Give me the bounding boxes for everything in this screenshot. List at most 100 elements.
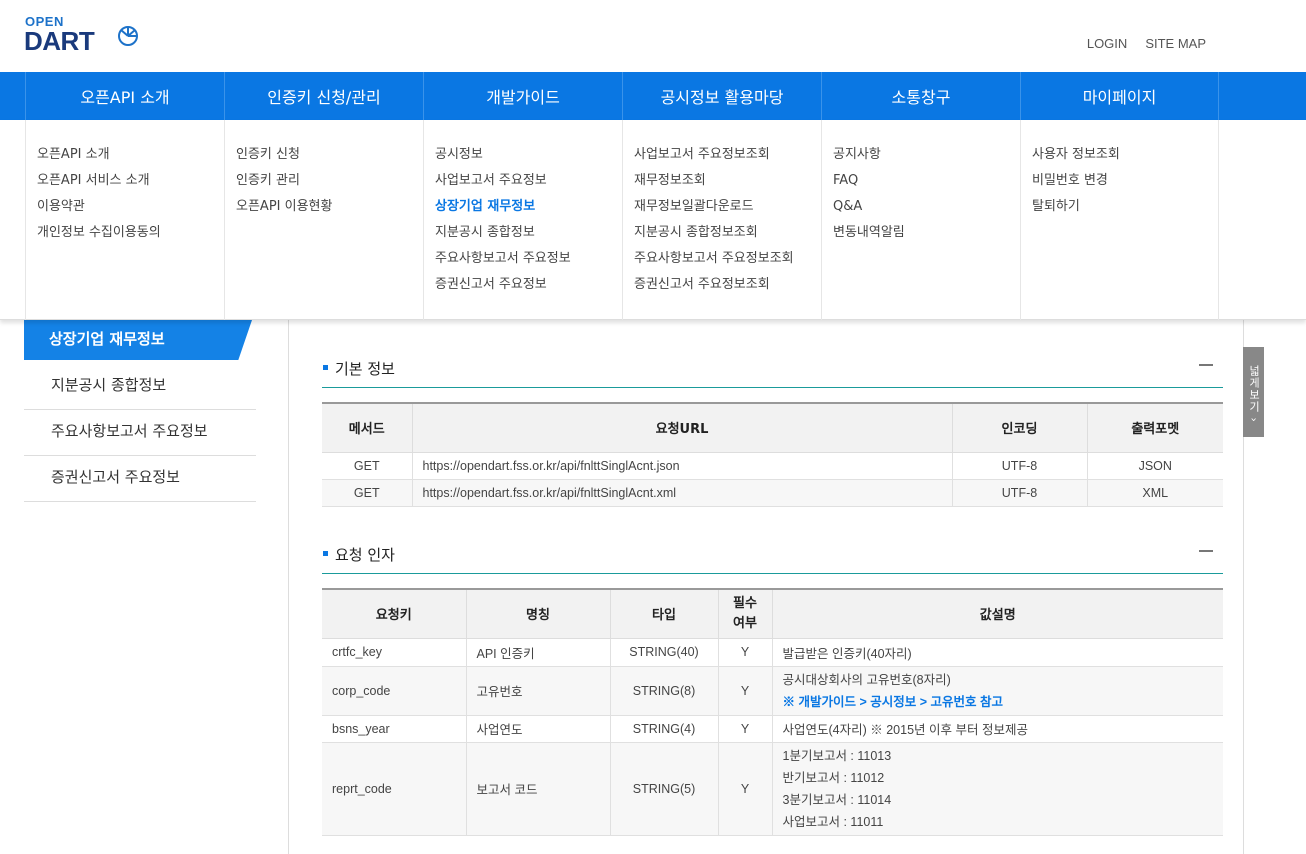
mega-col-openapi: 오픈API 소개 오픈API 서비스 소개 이용약관 개인정보 수집이용동의 xyxy=(25,120,224,320)
mega-item[interactable]: 인증키 관리 xyxy=(236,168,423,194)
cell-key: corp_code xyxy=(322,665,467,716)
request-params-title: 요청 인자 xyxy=(335,546,395,564)
cell-type: STRING(5) xyxy=(609,741,719,836)
mega-item[interactable]: 증권신고서 주요정보 xyxy=(435,272,622,298)
cell-type: STRING(40) xyxy=(609,637,719,667)
mega-col-disclosure: 사업보고서 주요정보조회 재무정보조회 재무정보일괄다운로드 지분공시 종합정보… xyxy=(622,120,821,320)
cell-description: 발급받은 인증키(40자리) xyxy=(771,637,1223,667)
section-bullet xyxy=(323,551,328,556)
side-nav-item[interactable]: 지분공시 종합정보 xyxy=(24,364,256,410)
utility-nav: LOGIN SITE MAP xyxy=(1087,36,1206,51)
cell-required: Y xyxy=(717,741,773,836)
description-line: 사업보고서 : 11011 xyxy=(782,814,884,829)
mega-item[interactable]: 개인정보 수집이용동의 xyxy=(37,220,224,246)
gnb-openapi-intro[interactable]: 오픈API 소개 xyxy=(25,72,224,120)
cell-name: 고유번호 xyxy=(465,665,611,716)
table-header-row: 메서드 요청URL 인코딩 출력포멧 xyxy=(322,402,1223,453)
cell-type: STRING(8) xyxy=(609,665,719,716)
cell-format: XML xyxy=(1086,478,1223,507)
table-row: reprt_code 보고서 코드 STRING(5) Y 1분기보고서 : 1… xyxy=(322,741,1223,836)
mega-item[interactable]: FAQ xyxy=(833,168,1020,194)
mega-item[interactable]: 주요사항보고서 주요정보 xyxy=(435,246,622,272)
gnb-communication[interactable]: 소통창구 xyxy=(821,72,1020,120)
mega-item[interactable]: Q&A xyxy=(833,194,1020,220)
cell-encoding: UTF-8 xyxy=(951,478,1088,507)
mega-item[interactable]: 사업보고서 주요정보 xyxy=(435,168,622,194)
mega-col-devguide: 공시정보 사업보고서 주요정보 상장기업 재무정보 지분공시 종합정보 주요사항… xyxy=(423,120,622,320)
mega-item[interactable]: 주요사항보고서 주요정보조회 xyxy=(634,246,821,272)
logo-dart-text: DART xyxy=(24,26,95,56)
corp-code-reference-link[interactable]: ※ 개발가이드 > 공시정보 > 고유번호 참고 xyxy=(783,691,1214,713)
cell-encoding: UTF-8 xyxy=(951,451,1088,480)
side-nav-active-item[interactable]: 상장기업 재무정보 xyxy=(24,320,256,360)
cell-method: GET xyxy=(322,478,413,507)
mega-item[interactable]: 지분공시 종합정보 xyxy=(435,220,622,246)
header-required: 필수 여부 xyxy=(717,588,773,639)
header-format: 출력포멧 xyxy=(1086,402,1223,453)
table-header-row: 요청키 명칭 타입 필수 여부 값설명 xyxy=(322,588,1223,639)
side-nav-active-label: 상장기업 재무정보 xyxy=(49,330,165,348)
cell-method: GET xyxy=(322,451,413,480)
login-link[interactable]: LOGIN xyxy=(1087,36,1127,51)
gnb-disclosure-use[interactable]: 공시정보 활용마당 xyxy=(622,72,821,120)
section-bullet xyxy=(323,365,328,370)
header-description: 값설명 xyxy=(771,588,1223,639)
cell-name: 보고서 코드 xyxy=(465,741,611,836)
mega-item[interactable]: 이용약관 xyxy=(37,194,224,220)
mega-item[interactable]: 오픈API 서비스 소개 xyxy=(37,168,224,194)
global-nav: 오픈API 소개 인증키 신청/관리 개발가이드 공시정보 활용마당 소통창구 … xyxy=(0,72,1306,120)
collapse-minus-icon[interactable] xyxy=(1199,364,1213,366)
gnb-mypage[interactable]: 마이페이지 xyxy=(1020,72,1219,120)
gnb-auth-key[interactable]: 인증키 신청/관리 xyxy=(224,72,423,120)
mega-item[interactable]: 재무정보조회 xyxy=(634,168,821,194)
table-row: GET https://opendart.fss.or.kr/api/fnltt… xyxy=(322,478,1223,507)
mega-item-active[interactable]: 상장기업 재무정보 xyxy=(435,194,622,220)
cell-url: https://opendart.fss.or.kr/api/fnlttSing… xyxy=(411,451,953,480)
mega-col-authkey: 인증키 신청 인증키 관리 오픈API 이용현황 xyxy=(224,120,423,320)
description-line: 1분기보고서 : 11013 xyxy=(782,748,892,763)
wide-view-button[interactable]: 넓게보기 › xyxy=(1243,347,1264,437)
cell-description: 공시대상회사의 고유번호(8자리) ※ 개발가이드 > 공시정보 > 고유번호 … xyxy=(771,665,1223,716)
mega-item[interactable]: 비밀번호 변경 xyxy=(1032,168,1218,194)
mega-item[interactable]: 공시정보 xyxy=(435,142,622,168)
cell-key: reprt_code xyxy=(322,741,467,836)
table-row: corp_code 고유번호 STRING(8) Y 공시대상회사의 고유번호(… xyxy=(322,665,1223,716)
mega-item[interactable]: 오픈API 소개 xyxy=(37,142,224,168)
header-type: 타입 xyxy=(609,588,719,639)
mega-item[interactable]: 사업보고서 주요정보조회 xyxy=(634,142,821,168)
cell-key: crtfc_key xyxy=(322,637,467,667)
basic-info-table: 메서드 요청URL 인코딩 출력포멧 GET https://opendart.… xyxy=(322,402,1223,507)
table-row: GET https://opendart.fss.or.kr/api/fnltt… xyxy=(322,451,1223,480)
cell-description: 1분기보고서 : 11013 반기보고서 : 11012 3분기보고서 : 11… xyxy=(771,741,1223,836)
cell-key: bsns_year xyxy=(322,714,467,743)
open-dart-logo[interactable]: OPEN DART xyxy=(24,14,144,56)
gnb-dev-guide[interactable]: 개발가이드 xyxy=(423,72,622,120)
mega-col-mypage: 사용자 정보조회 비밀번호 변경 탈퇴하기 xyxy=(1020,120,1219,320)
side-nav-item[interactable]: 주요사항보고서 주요정보 xyxy=(24,410,256,456)
mega-item[interactable]: 변동내역알림 xyxy=(833,220,1020,246)
collapse-minus-icon[interactable] xyxy=(1199,550,1213,552)
mega-item[interactable]: 오픈API 이용현황 xyxy=(236,194,423,220)
side-nav-item[interactable]: 증권신고서 주요정보 xyxy=(24,456,256,502)
mega-item[interactable]: 사용자 정보조회 xyxy=(1032,142,1218,168)
request-params-table: 요청키 명칭 타입 필수 여부 값설명 crtfc_key API 인증키 ST… xyxy=(322,588,1223,836)
cell-format: JSON xyxy=(1086,451,1223,480)
request-params-header: 요청 인자 xyxy=(322,544,1223,574)
cell-description: 사업연도(4자리) ※ 2015년 이후 부터 정보제공 xyxy=(771,714,1223,743)
sitemap-link[interactable]: SITE MAP xyxy=(1145,36,1206,51)
cell-required: Y xyxy=(717,665,773,716)
cell-type: STRING(4) xyxy=(609,714,719,743)
mega-item[interactable]: 지분공시 종합정보조회 xyxy=(634,220,821,246)
content-divider xyxy=(288,320,289,854)
basic-info-header: 기본 정보 xyxy=(322,358,1223,388)
mega-item[interactable]: 공지사항 xyxy=(833,142,1020,168)
mega-item[interactable]: 증권신고서 주요정보조회 xyxy=(634,272,821,298)
cell-name: 사업연도 xyxy=(465,714,611,743)
mega-item[interactable]: 재무정보일괄다운로드 xyxy=(634,194,821,220)
mega-item[interactable]: 인증키 신청 xyxy=(236,142,423,168)
description-line: 3분기보고서 : 11014 xyxy=(782,792,892,807)
mega-item[interactable]: 탈퇴하기 xyxy=(1032,194,1218,220)
description-line: 공시대상회사의 고유번호(8자리) xyxy=(782,672,951,687)
cell-name: API 인증키 xyxy=(465,637,611,667)
logo-sunburst-icon xyxy=(118,26,138,46)
